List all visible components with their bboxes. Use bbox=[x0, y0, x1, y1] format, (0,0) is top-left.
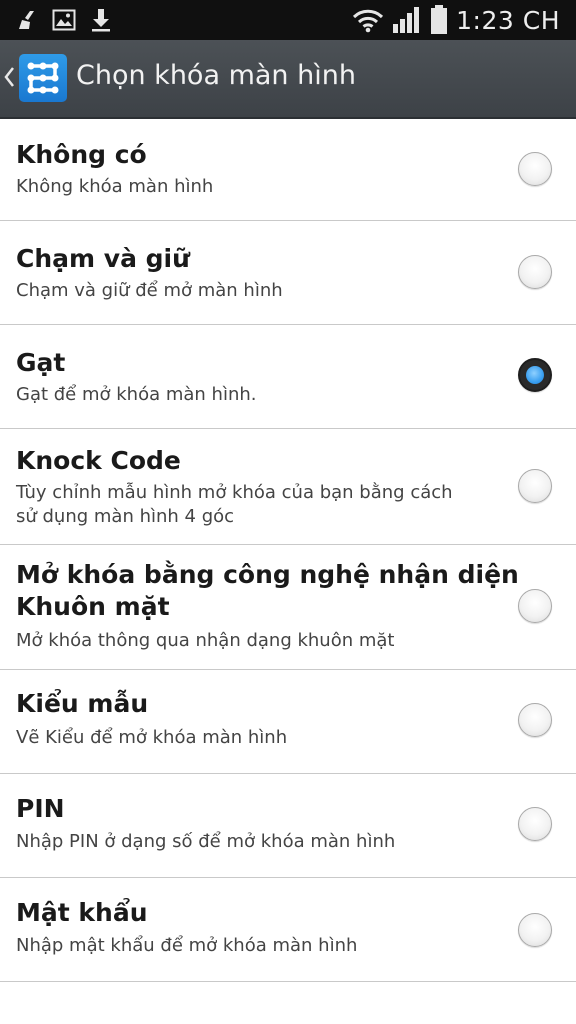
option-subtitle: Không khóa màn hình bbox=[16, 176, 214, 197]
clock: 1:23 CH bbox=[456, 5, 560, 35]
radio-button[interactable] bbox=[518, 807, 552, 841]
download-icon bbox=[90, 8, 112, 32]
wifi-icon bbox=[352, 7, 384, 33]
option-title: Không có bbox=[16, 140, 147, 169]
radio-button[interactable] bbox=[518, 589, 552, 623]
system-status: 1:23 CH bbox=[352, 4, 560, 36]
lock-option-list: Không có Không khóa màn hình Chạm và giữ… bbox=[0, 117, 576, 982]
page-title: Chọn khóa màn hình bbox=[76, 60, 356, 91]
radio-button[interactable] bbox=[518, 913, 552, 947]
signal-icon bbox=[392, 6, 422, 34]
option-subtitle-line-2: sử dụng màn hình 4 góc bbox=[16, 506, 235, 527]
option-title: Kiểu mẫu bbox=[16, 689, 149, 718]
option-title-line-2: Khuôn mặt bbox=[16, 592, 170, 621]
image-icon bbox=[52, 9, 76, 31]
option-face-unlock[interactable]: Mở khóa bằng công nghệ nhận diện Khuôn m… bbox=[0, 545, 576, 670]
option-subtitle: Nhập mật khẩu để mở khóa màn hình bbox=[16, 935, 358, 956]
option-touch-and-hold[interactable]: Chạm và giữ Chạm và giữ để mở màn hình bbox=[0, 221, 576, 325]
option-pattern[interactable]: Kiểu mẫu Vẽ Kiểu để mở khóa màn hình bbox=[0, 670, 576, 774]
option-subtitle: Mở khóa thông qua nhận dạng khuôn mặt bbox=[16, 630, 395, 651]
option-title-line-1: Mở khóa bằng công nghệ nhận diện bbox=[16, 560, 519, 589]
option-password[interactable]: Mật khẩu Nhập mật khẩu để mở khóa màn hì… bbox=[0, 878, 576, 982]
option-swipe[interactable]: Gạt Gạt để mở khóa màn hình. bbox=[0, 325, 576, 429]
option-knock-code[interactable]: Knock Code Tùy chỉnh mẫu hình mở khóa củ… bbox=[0, 429, 576, 545]
option-title: PIN bbox=[16, 794, 65, 823]
radio-button[interactable] bbox=[518, 469, 552, 503]
option-title: Knock Code bbox=[16, 446, 181, 475]
option-subtitle-line-1: Tùy chỉnh mẫu hình mở khóa của bạn bằng … bbox=[16, 482, 453, 503]
option-subtitle: Chạm và giữ để mở màn hình bbox=[16, 280, 283, 301]
option-pin[interactable]: PIN Nhập PIN ở dạng số để mở khóa màn hì… bbox=[0, 774, 576, 878]
radio-button[interactable] bbox=[518, 152, 552, 186]
option-title: Mật khẩu bbox=[16, 898, 148, 927]
battery-icon bbox=[430, 5, 448, 35]
back-chevron-icon[interactable] bbox=[3, 66, 15, 92]
option-title: Chạm và giữ bbox=[16, 244, 190, 273]
option-subtitle: Gạt để mở khóa màn hình. bbox=[16, 384, 257, 405]
radio-button[interactable] bbox=[518, 703, 552, 737]
radio-button[interactable] bbox=[518, 255, 552, 289]
radio-button-selected[interactable] bbox=[518, 358, 552, 392]
option-subtitle: Vẽ Kiểu để mở khóa màn hình bbox=[16, 727, 288, 748]
pattern-lock-icon[interactable] bbox=[19, 54, 67, 102]
option-title: Gạt bbox=[16, 348, 66, 377]
option-subtitle: Nhập PIN ở dạng số để mở khóa màn hình bbox=[16, 831, 396, 852]
action-bar: Chọn khóa màn hình bbox=[0, 40, 576, 119]
notification-icons bbox=[16, 6, 112, 34]
cleaner-icon bbox=[16, 9, 38, 31]
option-none[interactable]: Không có Không khóa màn hình bbox=[0, 117, 576, 221]
status-bar: 1:23 CH bbox=[0, 0, 576, 40]
